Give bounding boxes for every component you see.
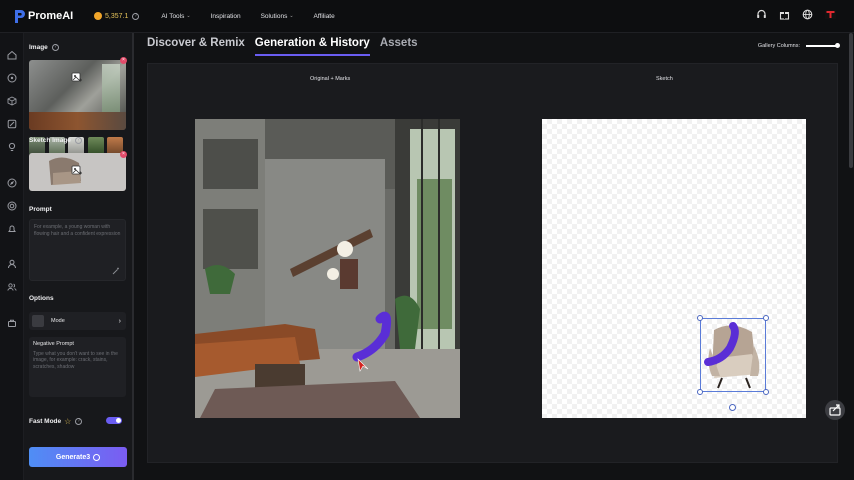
tab-generation-history[interactable]: Generation & History <box>254 37 370 56</box>
credits-display[interactable]: 5,357.1 ? <box>94 12 140 20</box>
generate-button[interactable]: Generate3 <box>29 447 127 467</box>
top-nav: AI Tools ⌄ Inspiration Solutions ⌄ Affilia… <box>161 13 354 20</box>
negative-prompt-title: Negative Prompt <box>33 341 74 347</box>
options-panel: Image? × Sketch Image? × Prompt For exam… <box>24 33 132 480</box>
globe-icon[interactable] <box>802 9 813 20</box>
team-icon[interactable] <box>7 282 17 292</box>
negative-prompt-placeholder: Type what you don't want to see in the i… <box>33 351 118 370</box>
compass-icon[interactable] <box>7 73 17 83</box>
resize-handle-bottom-left[interactable] <box>697 389 703 395</box>
chevron-right-icon: › <box>118 317 121 325</box>
sketch-section-label: Sketch Image? <box>29 137 82 144</box>
help-icon[interactable]: ? <box>132 12 140 20</box>
left-rail <box>0 33 24 480</box>
original-image-with-marks[interactable] <box>195 119 460 418</box>
main-scrollbar[interactable] <box>849 33 853 168</box>
star-icon: ☆ <box>64 417 72 426</box>
bulb-icon[interactable] <box>7 142 17 152</box>
remove-image-icon[interactable]: × <box>120 57 127 64</box>
replace-sketch-icon[interactable] <box>71 165 83 177</box>
help-icon[interactable]: ? <box>74 137 82 144</box>
bell-icon[interactable] <box>7 224 17 234</box>
tab-assets[interactable]: Assets <box>380 37 418 56</box>
mode-selector[interactable]: Mode › <box>29 312 126 330</box>
credits-value: 5,357.1 <box>105 12 129 20</box>
gallery-columns-control: Gallery Columns: <box>757 43 840 49</box>
promeai-logo-icon <box>15 9 25 23</box>
nav-ai-tools[interactable]: AI Tools ⌄ <box>161 13 190 20</box>
magic-wand-icon[interactable] <box>112 267 120 275</box>
sketch-image-thumbnail[interactable] <box>29 153 126 191</box>
tab-discover-remix[interactable]: Discover & Remix <box>147 37 245 56</box>
mode-icon <box>32 315 44 327</box>
user-icon[interactable] <box>7 259 17 269</box>
image-section-label: Image? <box>29 44 59 51</box>
brush-icon[interactable] <box>7 119 17 129</box>
nav-affiliate[interactable]: Affiliate <box>314 13 335 20</box>
nav-inspiration[interactable]: Inspiration <box>211 13 241 20</box>
sketch-canvas[interactable] <box>542 119 806 418</box>
remove-sketch-icon[interactable]: × <box>120 151 127 158</box>
fast-mode-label: Fast Mode <box>29 418 62 425</box>
home-icon[interactable] <box>7 50 17 60</box>
logo[interactable]: PromeAI <box>14 9 92 24</box>
left-caption: Original + Marks <box>310 76 351 82</box>
right-caption: Sketch <box>656 76 673 82</box>
share-button[interactable] <box>825 400 845 420</box>
selection-box[interactable] <box>700 318 766 392</box>
resize-handle-top-right[interactable] <box>763 315 769 321</box>
top-actions <box>744 9 836 20</box>
share-icon <box>829 404 841 416</box>
gallery-columns-label: Gallery Columns: <box>757 43 800 49</box>
help-icon[interactable]: ? <box>51 44 59 51</box>
help-icon[interactable]: ? <box>75 418 83 425</box>
interior-photo <box>195 119 460 418</box>
chevron-down-icon: ⌄ <box>289 13 294 19</box>
generate-label: Generate3 <box>55 453 91 461</box>
replace-image-icon[interactable] <box>71 72 83 84</box>
explore-icon[interactable] <box>7 178 17 188</box>
gift-icon[interactable] <box>779 9 790 20</box>
resize-handle-bottom-right[interactable] <box>763 389 769 395</box>
coin-icon <box>93 453 101 461</box>
panel-scrollbar[interactable] <box>132 33 134 480</box>
brand-name: PromeAI <box>28 10 74 22</box>
cube-icon[interactable] <box>7 96 17 106</box>
main-tabs: Discover & Remix Generation & History As… <box>147 37 428 56</box>
prompt-placeholder: For example, a young woman with flowing … <box>34 224 121 237</box>
chevron-down-icon: ⌄ <box>186 13 191 19</box>
target-icon[interactable] <box>7 201 17 211</box>
rotate-handle[interactable] <box>729 404 736 411</box>
coin-icon <box>94 12 102 20</box>
options-section-label: Options <box>29 295 54 302</box>
mode-label: Mode <box>51 318 65 324</box>
avatar[interactable] <box>825 9 836 20</box>
floor-shape <box>29 112 126 130</box>
prompt-section-label: Prompt <box>29 206 52 213</box>
nav-solutions[interactable]: Solutions ⌄ <box>261 13 294 20</box>
uploaded-image-thumbnail[interactable] <box>29 60 126 130</box>
preview-stage: Original + Marks Sketch <box>147 63 838 463</box>
negative-prompt-input[interactable]: Negative Prompt Type what you don't want… <box>29 337 126 397</box>
fast-mode-row: Fast Mode ☆ ? <box>29 417 126 426</box>
bag-icon[interactable] <box>7 318 17 328</box>
gallery-columns-slider[interactable] <box>806 43 840 48</box>
resize-handle-top-left[interactable] <box>697 315 703 321</box>
fast-mode-toggle[interactable] <box>106 417 122 424</box>
top-bar: PromeAI 5,357.1 ? AI Tools ⌄ Inspiration … <box>0 0 854 33</box>
headset-icon[interactable] <box>756 9 767 20</box>
prompt-input[interactable]: For example, a young woman with flowing … <box>29 219 126 281</box>
